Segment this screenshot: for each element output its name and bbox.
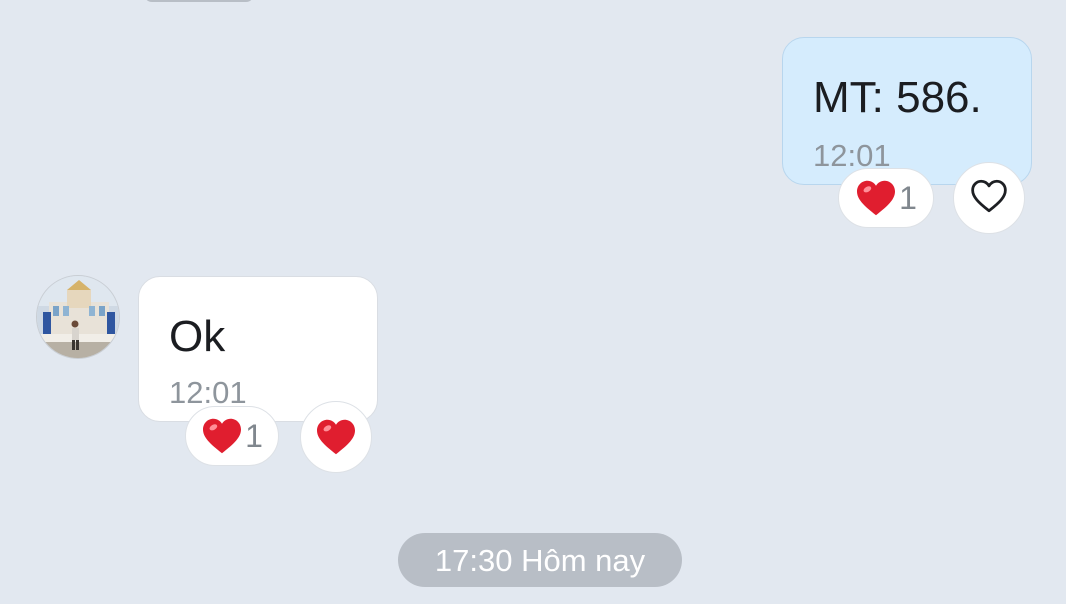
react-button[interactable] (953, 162, 1025, 234)
reaction-count: 1 (899, 180, 917, 216)
reaction-summary-chip[interactable]: 1 (185, 406, 279, 466)
message-text: Ok (169, 312, 226, 361)
reaction-count: 1 (245, 418, 263, 454)
heart-icon (855, 179, 897, 217)
message-time: 12:01 (813, 138, 891, 173)
incoming-message-bubble[interactable]: Ok 12:01 (138, 276, 378, 422)
heart-icon (315, 418, 357, 456)
heart-outline-icon (969, 178, 1009, 219)
react-button[interactable] (300, 401, 372, 473)
date-separator-label: 17:30 Hôm nay (434, 542, 646, 578)
message-time: 12:01 (169, 375, 247, 410)
message-text: MT: 586. (813, 73, 982, 122)
previous-date-separator (144, 0, 254, 2)
reaction-summary-chip[interactable]: 1 (838, 168, 934, 228)
sender-avatar[interactable] (36, 275, 120, 359)
date-separator: 17:30 Hôm nay (398, 533, 682, 587)
heart-icon (201, 417, 243, 455)
